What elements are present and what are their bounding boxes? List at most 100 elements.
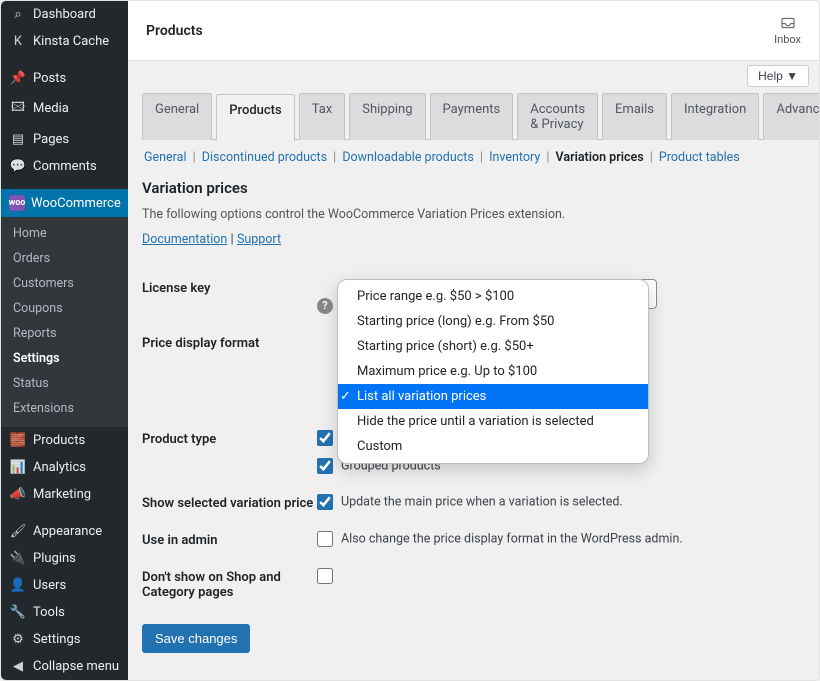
tab-payments[interactable]: Payments (430, 93, 514, 140)
settings-subtabs: General | Discontinued products | Downlo… (142, 140, 805, 175)
sidebar-item-label: Users (33, 578, 66, 593)
tab-products[interactable]: Products (216, 94, 294, 141)
section-desc: The following options control the WooCom… (142, 207, 805, 222)
tab-tax[interactable]: Tax (299, 93, 346, 140)
kinsta-cache-icon: K (9, 34, 27, 49)
format-option-maximum-price-e-g-up-to[interactable]: ✓Maximum price e.g. Up to $100 (338, 359, 648, 384)
header-bar: Products Inbox (128, 1, 819, 61)
documentation-link[interactable]: Documentation (142, 232, 227, 247)
tab-advanced[interactable]: Advanced (763, 93, 819, 140)
help-tip-icon[interactable]: ? (317, 298, 333, 314)
submenu-item-settings[interactable]: Settings (1, 346, 128, 371)
dont-show-label: Don't show on Shop and Category pages (142, 568, 317, 600)
tab-shipping[interactable]: Shipping (349, 93, 425, 140)
submenu-item-orders[interactable]: Orders (1, 246, 128, 271)
main-content: Products Inbox Help ▼ GeneralProductsTax… (128, 1, 819, 680)
inbox-icon (779, 15, 797, 31)
save-button[interactable]: Save changes (142, 624, 250, 653)
tab-emails[interactable]: Emails (602, 93, 667, 140)
sidebar-item-label: Plugins (33, 551, 76, 566)
sidebar-item-label: Pages (33, 132, 69, 147)
support-link[interactable]: Support (237, 232, 281, 247)
users-icon: 👤 (9, 578, 27, 593)
submenu-item-extensions[interactable]: Extensions (1, 396, 128, 421)
pages-icon: ▤ (9, 132, 27, 147)
sidebar-item-tools[interactable]: 🔧 Tools (1, 599, 128, 626)
use-in-admin-option-label: Also change the price display format in … (341, 531, 683, 546)
submenu-item-customers[interactable]: Customers (1, 271, 128, 296)
sidebar-item-label: Appearance (33, 524, 102, 539)
subtab-variation-prices[interactable]: Variation prices (556, 150, 644, 165)
format-dropdown[interactable]: ✓Price range e.g. $50 > $100✓Starting pr… (337, 279, 649, 464)
grouped-products-checkbox[interactable] (317, 458, 333, 474)
format-option-price-range-e-g[interactable]: ✓Price range e.g. $50 > $100 (338, 284, 648, 309)
sidebar-item-collapse-menu[interactable]: ◀ Collapse menu (1, 653, 128, 680)
tab-accounts-privacy[interactable]: Accounts & Privacy (517, 93, 598, 140)
submenu-item-reports[interactable]: Reports (1, 321, 128, 346)
page-title: Products (146, 23, 203, 39)
use-in-admin-label: Use in admin (142, 531, 317, 548)
sidebar-item-comments[interactable]: 💬Comments (1, 153, 128, 180)
sidebar-item-pages[interactable]: ▤ Pages (1, 126, 128, 153)
sidebar-item-analytics[interactable]: 📊Analytics (1, 454, 128, 481)
sidebar-item-users[interactable]: 👤 Users (1, 572, 128, 599)
sidebar-item-woocommerce[interactable]: woo WooCommerce (1, 189, 128, 217)
sidebar-item-settings[interactable]: ⚙Settings (1, 626, 128, 653)
admin-sidebar: ⌕DashboardKKinsta Cache 📌 Posts 🖾Media ▤ Pag… (1, 1, 128, 680)
sidebar-item-label: Media (33, 101, 69, 116)
dashboard-icon: ⌕ (9, 7, 27, 22)
subtab-inventory[interactable]: Inventory (489, 150, 540, 165)
tools-icon: 🔧 (9, 605, 27, 620)
sidebar-item-label: Products (33, 433, 85, 448)
comments-icon: 💬 (9, 159, 27, 174)
sidebar-item-plugins[interactable]: 🔌 Plugins (1, 545, 128, 572)
format-option-list-all-variation-prices[interactable]: ✓List all variation prices (338, 384, 648, 409)
sidebar-item-kinsta-cache[interactable]: KKinsta Cache (1, 28, 128, 55)
tab-general[interactable]: General (142, 93, 212, 140)
submenu-item-coupons[interactable]: Coupons (1, 296, 128, 321)
sidebar-item-media[interactable]: 🖾Media (1, 92, 128, 126)
sidebar-item-label: Posts (33, 71, 66, 86)
use-in-admin-checkbox[interactable] (317, 531, 333, 547)
variable-products-checkbox[interactable] (317, 430, 333, 446)
format-option-custom[interactable]: ✓Custom (338, 434, 648, 459)
posts-icon: 📌 (9, 71, 27, 86)
help-button[interactable]: Help ▼ (747, 65, 809, 87)
format-option-hide-the-price-until-a-variation-is-selected[interactable]: ✓Hide the price until a variation is sel… (338, 409, 648, 434)
ssvp-label: Show selected variation price (142, 494, 317, 511)
checkmark-icon: ✓ (340, 389, 356, 404)
sidebar-item-marketing[interactable]: 📣Marketing (1, 481, 128, 508)
product-type-label: Product type (142, 430, 317, 447)
ssvp-option-label: Update the main price when a variation i… (341, 494, 623, 509)
sidebar-item-products[interactable]: 🧱 Products (1, 427, 128, 454)
subtab-discontinued-products[interactable]: Discontinued products (202, 150, 327, 165)
woocommerce-icon: woo (9, 195, 25, 211)
inbox-button[interactable]: Inbox (774, 15, 801, 46)
analytics-icon: 📊 (9, 460, 27, 475)
products-icon: 🧱 (9, 433, 27, 448)
sidebar-item-dashboard[interactable]: ⌕Dashboard (1, 1, 128, 28)
dont-show-checkbox[interactable] (317, 568, 333, 584)
settings-tabs: GeneralProductsTaxShippingPaymentsAccoun… (142, 93, 805, 140)
format-option-starting-price-long-e-g-from[interactable]: ✓Starting price (long) e.g. From $50 (338, 309, 648, 334)
sidebar-item-label: Collapse menu (33, 659, 119, 674)
submenu-item-status[interactable]: Status (1, 371, 128, 396)
plugins-icon: 🔌 (9, 551, 27, 566)
woocommerce-submenu: HomeOrdersCustomersCouponsReportsSetting… (1, 217, 128, 427)
ssvp-checkbox[interactable] (317, 494, 333, 510)
sidebar-item-appearance[interactable]: 🖌 Appearance (1, 518, 128, 545)
sidebar-item-label: Marketing (33, 487, 91, 502)
subtab-product-tables[interactable]: Product tables (659, 150, 740, 165)
format-option-starting-price-short-e-g[interactable]: ✓Starting price (short) e.g. $50+ (338, 334, 648, 359)
submenu-item-home[interactable]: Home (1, 221, 128, 246)
license-key-label: License key (142, 279, 317, 296)
collapse-menu-icon: ◀ (9, 659, 27, 674)
subtab-general[interactable]: General (144, 150, 187, 165)
sidebar-item-label: WooCommerce (31, 196, 121, 211)
sidebar-item-posts[interactable]: 📌 Posts (1, 65, 128, 92)
subtab-downloadable-products[interactable]: Downloadable products (342, 150, 474, 165)
tab-integration[interactable]: Integration (671, 93, 759, 140)
section-title: Variation prices (142, 179, 805, 197)
appearance-icon: 🖌 (9, 524, 27, 539)
sidebar-item-label: Tools (33, 605, 65, 620)
